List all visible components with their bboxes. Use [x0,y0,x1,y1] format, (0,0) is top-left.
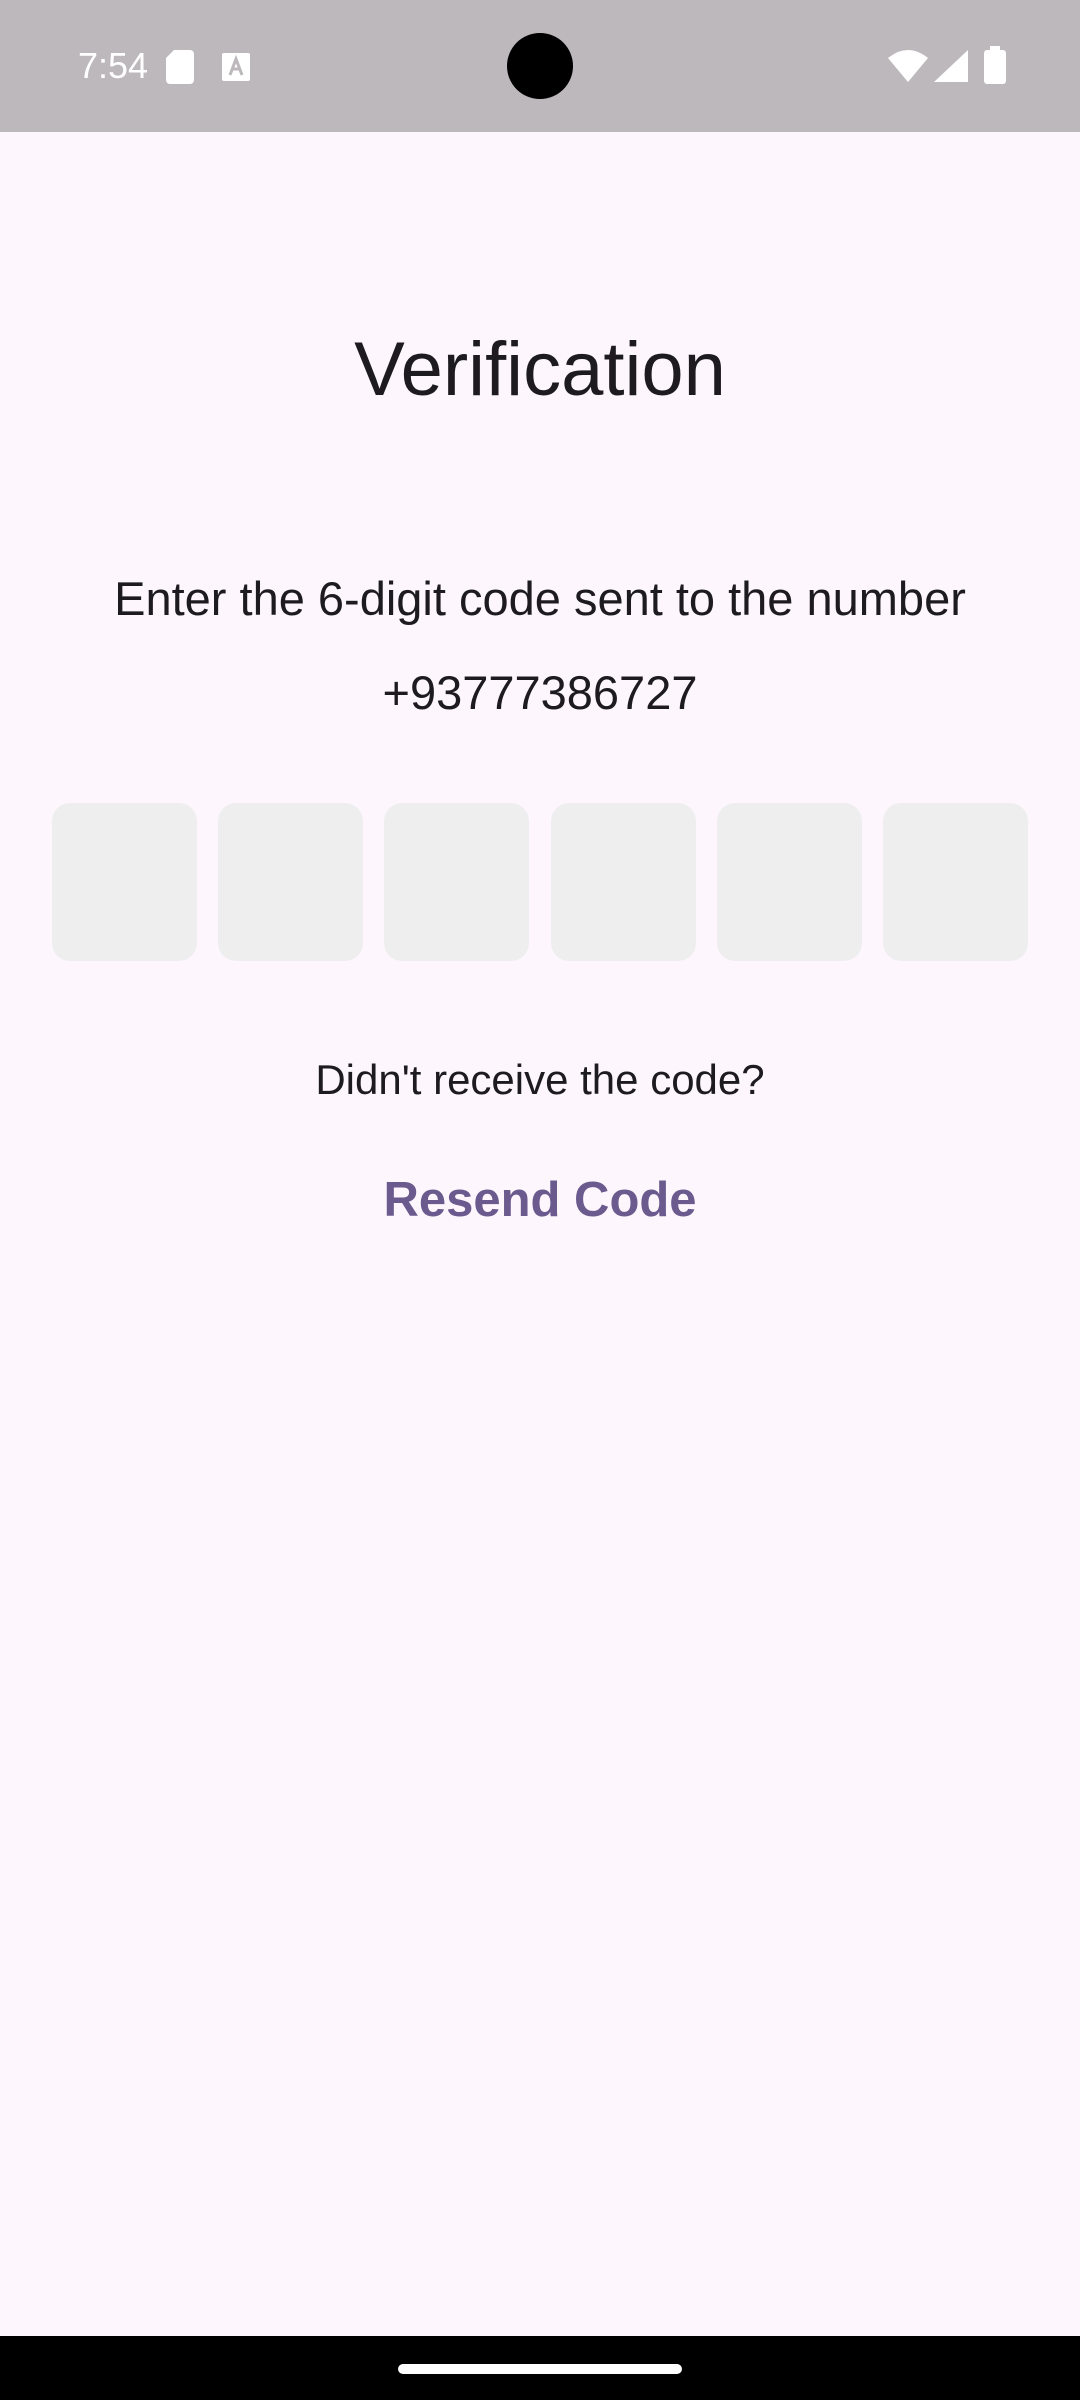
code-digit-3[interactable] [384,803,530,961]
code-digit-1[interactable] [52,803,197,961]
page-title: Verification [354,327,726,412]
resend-code-button[interactable]: Resend Code [370,1165,710,1235]
camera-cutout [507,33,573,99]
battery-icon [984,46,1006,84]
code-digit-5[interactable] [716,803,862,961]
code-input-group [52,803,1028,961]
status-time: 7:54 [78,45,149,86]
text-a-icon [222,53,250,81]
instruction-text: Enter the 6-digit code sent to the numbe… [40,552,1040,740]
didnt-receive-text: Didn't receive the code? [315,1056,765,1103]
status-bar: 7:54 [0,0,1080,132]
sd-card-icon [166,50,194,84]
instruction-line: Enter the 6-digit code sent to the numbe… [114,572,966,625]
code-digit-2[interactable] [218,803,364,961]
code-digit-4[interactable] [550,803,696,961]
signal-icon [934,50,968,82]
code-digit-6[interactable] [882,803,1028,961]
home-gesture-handle[interactable] [398,2364,682,2374]
phone-number: +93777386727 [382,666,698,719]
wifi-icon [888,50,928,82]
